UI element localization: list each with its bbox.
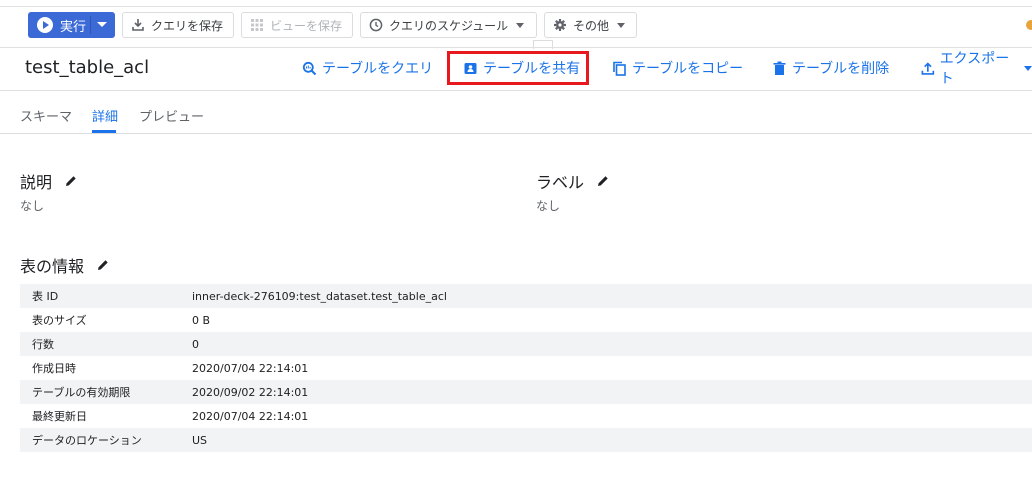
- delete-table-label: テーブルを削除: [792, 61, 890, 77]
- edit-labels-icon[interactable]: [596, 174, 610, 188]
- save-query-label: クエリを保存: [151, 18, 224, 33]
- description-value: なし: [20, 199, 45, 213]
- chevron-down-icon: [1024, 65, 1032, 71]
- table-row: 表のサイズ 0 B: [32, 313, 211, 328]
- copy-table-label: テーブルをコピー: [632, 61, 744, 77]
- run-label: 実行: [60, 19, 87, 35]
- table-title: test_table_acl: [25, 57, 150, 78]
- description-heading: 説明: [20, 169, 78, 193]
- notification-dot: [1026, 20, 1032, 30]
- query-icon: [302, 61, 317, 75]
- save-view-button[interactable]: ビューを保存: [241, 12, 353, 38]
- schedule-label: クエリのスケジュール: [389, 18, 509, 33]
- highlight-box: [447, 51, 589, 85]
- table-row: 表 ID inner-deck-276109:test_dataset.test_…: [20, 284, 1032, 308]
- chevron-down-icon: [617, 22, 626, 28]
- table-row: 作成日時 2020/07/04 22:14:01: [32, 361, 309, 376]
- description-title: 説明: [20, 173, 53, 192]
- copy-table-button[interactable]: テーブルをコピー: [612, 58, 743, 78]
- download-icon: [131, 18, 145, 32]
- table-info-title: 表の情報: [20, 257, 85, 276]
- run-dropdown-icon[interactable]: [97, 22, 107, 27]
- table-row: データのロケーション US: [20, 428, 1032, 452]
- table-row: テーブルの有効期限 2020/09/02 22:14:01: [20, 380, 1032, 404]
- upload-icon: [921, 61, 935, 75]
- export-label: エクスポート: [939, 51, 1010, 87]
- edit-description-icon[interactable]: [64, 174, 78, 188]
- export-button[interactable]: エクスポート: [921, 51, 1032, 87]
- tab-schema[interactable]: スキーマ: [20, 106, 72, 125]
- play-icon: [37, 17, 53, 33]
- table-info-list: 表 ID inner-deck-276109:test_dataset.test_…: [20, 284, 1032, 452]
- labels-value: なし: [536, 199, 561, 213]
- more-button[interactable]: その他: [544, 12, 637, 38]
- detail-tabs: スキーマ 詳細 プレビュー: [0, 100, 1032, 134]
- copy-icon: [613, 61, 626, 76]
- more-label: その他: [573, 18, 610, 33]
- trash-icon: [773, 61, 786, 75]
- query-toolbar: 実行 クエリを保存 ビューを保存 クエリのスケジュール その他: [0, 11, 1032, 41]
- delete-table-button[interactable]: テーブルを削除: [772, 58, 889, 78]
- clock-icon: [369, 18, 383, 32]
- top-border: [0, 0, 1032, 7]
- grid-icon: [250, 18, 264, 32]
- gear-icon: [553, 18, 567, 32]
- table-row: 行数 0: [20, 332, 1032, 356]
- save-view-label: ビューを保存: [270, 18, 343, 33]
- schedule-query-button[interactable]: クエリのスケジュール: [360, 12, 537, 38]
- tab-details[interactable]: 詳細: [92, 106, 118, 125]
- table-header: test_table_acl テーブルをクエリ テーブルを共有 テーブルをコピー…: [0, 47, 1032, 91]
- edit-table-info-icon[interactable]: [96, 258, 110, 272]
- save-query-button[interactable]: クエリを保存: [122, 12, 234, 38]
- run-button[interactable]: 実行: [28, 12, 115, 38]
- table-info-heading: 表の情報: [20, 253, 110, 277]
- active-tab-indicator: [92, 130, 116, 133]
- labels-title: ラベル: [536, 173, 585, 192]
- chevron-down-icon: [516, 22, 525, 28]
- query-table-button[interactable]: テーブルをクエリ: [302, 58, 433, 78]
- labels-heading: ラベル: [536, 169, 610, 193]
- tab-preview[interactable]: プレビュー: [139, 106, 204, 125]
- query-table-label: テーブルをクエリ: [322, 61, 434, 77]
- table-row: 最終更新日 2020/07/04 22:14:01: [32, 409, 309, 424]
